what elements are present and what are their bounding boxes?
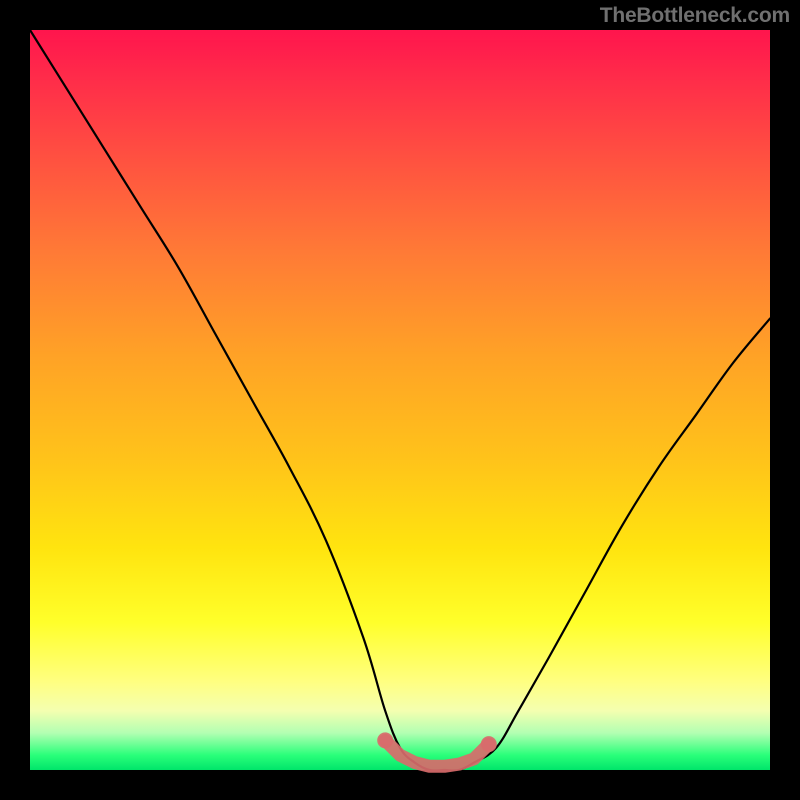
bottleneck-curve bbox=[30, 30, 770, 771]
watermark-label: TheBottleneck.com bbox=[600, 4, 790, 28]
chart-svg bbox=[30, 30, 770, 770]
chart-frame: TheBottleneck.com bbox=[0, 0, 800, 800]
